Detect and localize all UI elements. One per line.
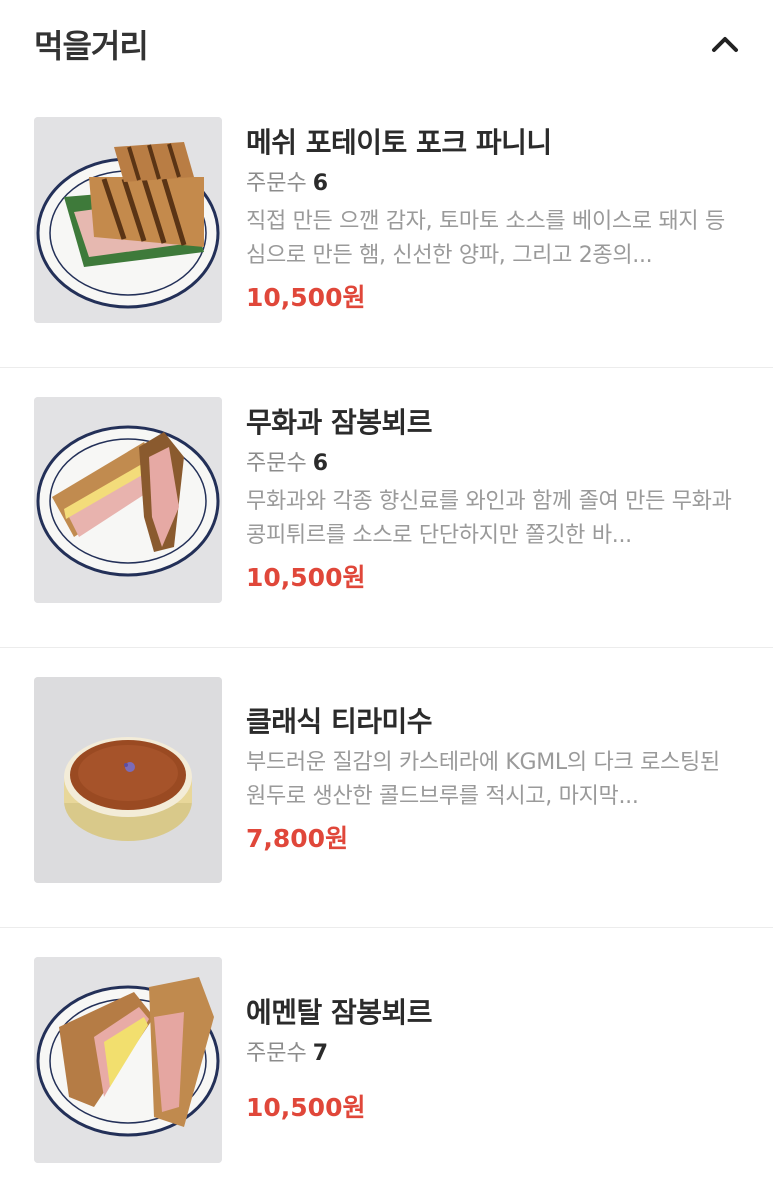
tiramisu-bowl-image: [34, 677, 222, 883]
menu-item-image: [34, 957, 222, 1163]
item-description: 무화과와 각종 향신료를 와인과 함께 졸여 만든 무화과 콩피튀르를 소스로 …: [246, 489, 732, 548]
chevron-up-icon: [712, 37, 738, 52]
order-count: 7: [312, 1041, 329, 1066]
item-description: 부드러운 질감의 카스테라에 KGML의 다크 로스팅된 원두로 생산한 콜드브…: [246, 750, 720, 809]
sandwich-plate-2-image: [34, 957, 222, 1163]
sandwich-plate-image: [34, 397, 222, 603]
menu-item-info: 메쉬 포테이토 포크 파니니 주문수 6 직접 만든 으깬 감자, 토마토 소스를…: [246, 117, 739, 323]
menu-item-image: [34, 117, 222, 323]
section-title: 먹을거리: [34, 27, 149, 65]
order-count-row: 주문수 6: [246, 169, 739, 199]
menu-list: 메쉬 포테이토 포크 파니니 주문수 6 직접 만든 으깬 감자, 토마토 소스를…: [0, 88, 773, 1190]
order-label: 주문수: [246, 1041, 307, 1066]
item-price: 10,500원: [246, 563, 366, 592]
item-name: 무화과 잠봉뵈르: [246, 406, 433, 439]
collapse-button[interactable]: [691, 20, 739, 68]
order-count-row: 주문수 7: [246, 1039, 739, 1069]
panini-plate-image: [34, 117, 222, 323]
menu-item[interactable]: 클래식 티라미수 부드러운 질감의 카스테라에 KGML의 다크 로스팅된 원두…: [0, 648, 773, 928]
menu-item-info: 무화과 잠봉뵈르 주문수 6 무화과와 각종 향신료를 와인과 함께 졸여 만든 …: [246, 397, 739, 603]
menu-item-image: [34, 397, 222, 603]
menu-item[interactable]: 에멘탈 잠봉뵈르 주문수 7 10,500원: [0, 928, 773, 1190]
item-price: 7,800원: [246, 824, 349, 853]
item-description: 직접 만든 으깬 감자, 토마토 소스를 베이스로 돼지 등심으로 만든 햄, …: [246, 209, 725, 268]
order-count: 6: [312, 171, 329, 196]
menu-item-info: 클래식 티라미수 부드러운 질감의 카스테라에 KGML의 다크 로스팅된 원두…: [246, 677, 739, 883]
item-name: 에멘탈 잠봉뵈르: [246, 996, 433, 1029]
menu-item-info: 에멘탈 잠봉뵈르 주문수 7 10,500원: [246, 957, 739, 1163]
order-label: 주문수: [246, 451, 307, 476]
menu-item-image: [34, 677, 222, 883]
order-label: 주문수: [246, 171, 307, 196]
order-count: 6: [312, 451, 329, 476]
section-header: 먹을거리: [0, 0, 773, 88]
item-price: 10,500원: [246, 283, 366, 312]
item-name: 클래식 티라미수: [246, 705, 433, 738]
item-price: 10,500원: [246, 1093, 366, 1122]
menu-item[interactable]: 메쉬 포테이토 포크 파니니 주문수 6 직접 만든 으깬 감자, 토마토 소스를…: [0, 88, 773, 368]
order-count-row: 주문수 6: [246, 449, 739, 479]
menu-item[interactable]: 무화과 잠봉뵈르 주문수 6 무화과와 각종 향신료를 와인과 함께 졸여 만든 …: [0, 368, 773, 648]
item-name: 메쉬 포테이토 포크 파니니: [246, 126, 552, 159]
